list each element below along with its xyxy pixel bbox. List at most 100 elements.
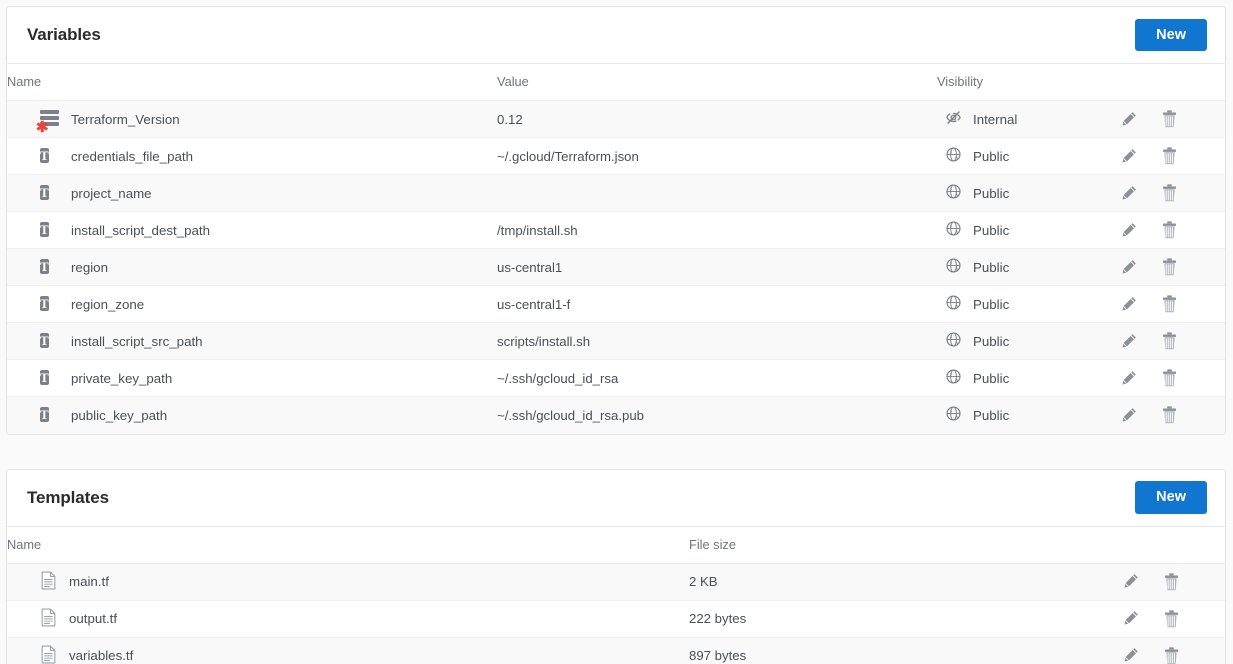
text-type-icon: T: [40, 332, 49, 348]
edit-row-button[interactable]: [1119, 110, 1138, 129]
pencil-icon-svg: [1122, 185, 1136, 199]
variable-name: region_zone: [71, 296, 145, 312]
row-actions-cell: [1107, 211, 1225, 249]
page-root: Variables New Name Value Visibility ✱ Ter…: [0, 0, 1233, 664]
row-actions-cell: [1107, 285, 1225, 323]
column-header-file-size: File size: [689, 526, 1109, 564]
edit-row-button[interactable]: [1119, 147, 1138, 166]
table-row[interactable]: Tproject_name Public: [7, 174, 1225, 212]
edit-row-button[interactable]: [1119, 406, 1138, 425]
variable-name-cell: Tinstall_script_src_path: [7, 322, 497, 360]
variable-visibility-cell: Public: [937, 285, 1107, 323]
pencil-icon-svg: [1122, 370, 1136, 384]
template-name: variables.tf: [69, 648, 134, 664]
variable-value: us-central1: [497, 248, 937, 286]
delete-row-button[interactable]: [1160, 183, 1179, 203]
visibility-label: Public: [973, 370, 1010, 386]
variable-name-cell: Tregion: [7, 248, 497, 286]
template-file-size: 897 bytes: [689, 637, 1109, 664]
edit-row-button[interactable]: [1121, 646, 1140, 664]
column-header-actions: [1107, 64, 1225, 101]
table-row[interactable]: main.tf 2 KB: [7, 563, 1225, 601]
variables-table-body: ✱ Terraform_Version 0.12 Internal Tcredentia…: [7, 100, 1225, 434]
trash-icon-svg: [1163, 221, 1176, 239]
lines-asterisk-icon: ✱: [36, 109, 59, 135]
visibility-label: Public: [973, 185, 1010, 201]
file-document-icon-svg: [41, 571, 56, 589]
variable-visibility-cell: Internal: [937, 100, 1107, 138]
edit-row-button[interactable]: [1119, 184, 1138, 203]
globe-icon-svg: [946, 369, 961, 384]
column-header-value: Value: [497, 64, 937, 101]
delete-row-button[interactable]: [1162, 572, 1181, 592]
delete-row-button[interactable]: [1160, 220, 1179, 240]
delete-row-button[interactable]: [1160, 257, 1179, 277]
trash-icon-svg: [1163, 332, 1176, 350]
table-row[interactable]: Tprivate_key_path ~/.ssh/gcloud_id_rsa Pub…: [7, 359, 1225, 397]
delete-row-button[interactable]: [1160, 146, 1179, 166]
delete-row-button[interactable]: [1160, 368, 1179, 388]
edit-row-button[interactable]: [1119, 221, 1138, 240]
globe-icon-svg: [946, 147, 961, 162]
templates-table-body: main.tf 2 KB output.tf 222 bytes variables.t…: [7, 563, 1225, 664]
variable-name: region: [71, 259, 108, 275]
trash-icon-svg: [1163, 369, 1176, 387]
table-row[interactable]: Tinstall_script_src_path scripts/install.…: [7, 322, 1225, 360]
pencil-icon-svg: [1124, 611, 1138, 625]
edit-row-button[interactable]: [1119, 332, 1138, 351]
variable-visibility-cell: Public: [937, 396, 1107, 434]
table-row[interactable]: Tregion us-central1 Public: [7, 248, 1225, 286]
trash-icon-svg: [1163, 147, 1176, 165]
globe-icon: [945, 405, 962, 425]
variable-value: 0.12: [497, 100, 937, 138]
trash-icon-svg: [1165, 647, 1178, 664]
edit-row-button[interactable]: [1119, 258, 1138, 277]
template-name-cell: output.tf: [7, 600, 689, 638]
column-header-actions: [1109, 526, 1225, 564]
edit-row-button[interactable]: [1119, 369, 1138, 388]
visibility-label: Public: [973, 148, 1010, 164]
table-row[interactable]: Tpublic_key_path ~/.ssh/gcloud_id_rsa.pub…: [7, 396, 1225, 434]
visibility-label: Public: [973, 259, 1010, 275]
delete-row-button[interactable]: [1162, 646, 1181, 664]
globe-icon-svg: [946, 221, 961, 236]
edit-row-button[interactable]: [1121, 572, 1140, 591]
variables-new-button[interactable]: New: [1135, 18, 1207, 52]
pencil-icon-svg: [1122, 222, 1136, 236]
table-row[interactable]: ✱ Terraform_Version 0.12 Internal: [7, 100, 1225, 138]
table-row[interactable]: variables.tf 897 bytes: [7, 637, 1225, 664]
globe-icon: [945, 294, 962, 314]
table-row[interactable]: Tinstall_script_dest_path/tmp/install.sh…: [7, 211, 1225, 249]
edit-row-button[interactable]: [1119, 295, 1138, 314]
delete-row-button[interactable]: [1160, 109, 1179, 129]
template-name-cell: main.tf: [7, 563, 689, 601]
text-type-icon: T: [40, 147, 49, 163]
delete-row-button[interactable]: [1160, 294, 1179, 314]
text-type-icon: T: [40, 406, 49, 422]
variables-table: Name Value Visibility ✱ Terraform_Version…: [7, 64, 1225, 434]
table-row[interactable]: Tregion_zone us-central1-f Public: [7, 285, 1225, 323]
template-name: main.tf: [69, 574, 109, 589]
delete-row-button[interactable]: [1160, 405, 1179, 425]
table-row[interactable]: Tcredentials_file_path ~/.gcloud/Terrafor…: [7, 137, 1225, 175]
delete-row-button[interactable]: [1160, 331, 1179, 351]
file-document-icon: [40, 645, 57, 664]
trash-icon-svg: [1163, 184, 1176, 202]
templates-new-button[interactable]: New: [1135, 481, 1207, 514]
column-header-name: Name: [7, 526, 689, 564]
trash-icon-svg: [1163, 110, 1176, 128]
trash-icon-svg: [1163, 258, 1176, 276]
templates-table-head: Name File size: [7, 526, 1225, 564]
globe-icon: [945, 257, 962, 277]
variable-name-cell: ✱ Terraform_Version: [7, 100, 497, 138]
delete-row-button[interactable]: [1162, 609, 1181, 629]
edit-row-button[interactable]: [1121, 609, 1140, 628]
visibility-label: Public: [973, 333, 1010, 349]
variable-name: private_key_path: [71, 370, 173, 386]
visibility-label: Public: [973, 407, 1010, 423]
table-row[interactable]: output.tf 222 bytes: [7, 600, 1225, 638]
eye-slash-icon: [945, 109, 962, 129]
globe-icon-svg: [946, 258, 961, 273]
pencil-icon-svg: [1122, 148, 1136, 162]
variable-name: Terraform_Version: [71, 111, 180, 127]
